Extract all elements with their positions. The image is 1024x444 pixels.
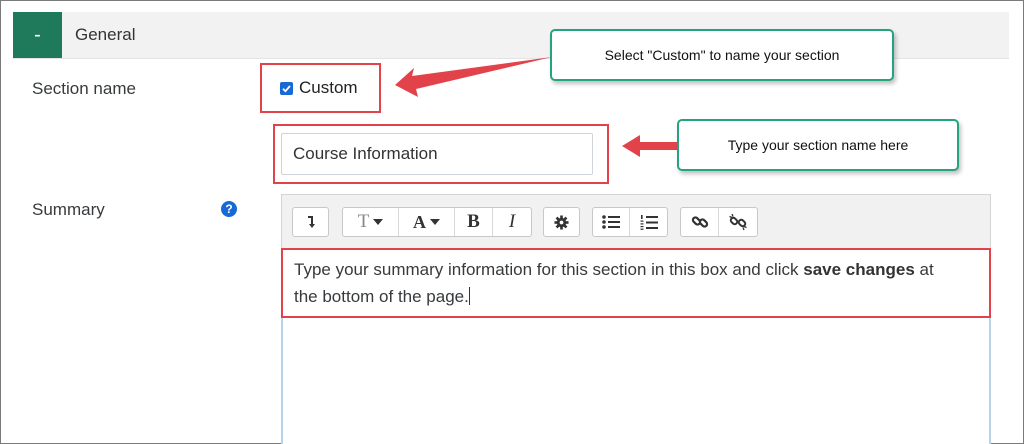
gear-icon (554, 214, 569, 230)
font-color-glyph: A (413, 211, 426, 232)
section-header-title: General (75, 25, 136, 44)
summary-editor: T A B I (281, 194, 991, 444)
font-color-button[interactable]: A (399, 208, 455, 236)
name-input-highlight-box (273, 124, 609, 184)
link-icon (691, 216, 708, 228)
summary-label: Summary (32, 200, 105, 219)
text-style-glyph: T (357, 211, 370, 232)
italic-button[interactable]: I (493, 208, 531, 236)
toolbar-group-1 (292, 207, 329, 237)
summary-highlight-box (281, 248, 991, 318)
toolbar-collapse-button[interactable] (293, 208, 328, 236)
custom-callout: Select "Custom" to name your section (550, 29, 894, 81)
name-callout: Type your section name here (677, 119, 959, 171)
help-icon[interactable]: ? (221, 201, 237, 217)
toolbar-group-4 (592, 207, 668, 237)
toolbar-group-5 (680, 207, 758, 237)
custom-highlight-box (260, 63, 381, 113)
toolbar-group-2: T A B I (342, 207, 532, 237)
unlink-button[interactable] (719, 208, 757, 236)
italic-icon: I (508, 211, 516, 232)
unlink-icon (729, 213, 747, 231)
chevron-down-icon (373, 219, 384, 225)
unordered-list-button[interactable] (593, 208, 631, 236)
toolbar-group-3 (543, 207, 580, 237)
collapse-toolbar-icon (307, 216, 315, 228)
chevron-down-icon (430, 219, 440, 225)
text-style-button[interactable]: T (343, 208, 399, 236)
section-name-label: Section name (32, 79, 136, 98)
ordered-list-icon (640, 214, 658, 230)
ordered-list-button[interactable] (630, 208, 667, 236)
unordered-list-icon (602, 215, 620, 229)
bold-button[interactable]: B (455, 208, 493, 236)
link-button[interactable] (681, 208, 720, 236)
settings-button[interactable] (544, 208, 579, 236)
bold-icon: B (467, 211, 480, 232)
collapse-section-button[interactable]: - (13, 12, 62, 58)
font-color-icon: A (413, 212, 440, 233)
text-style-icon: T (358, 211, 384, 233)
